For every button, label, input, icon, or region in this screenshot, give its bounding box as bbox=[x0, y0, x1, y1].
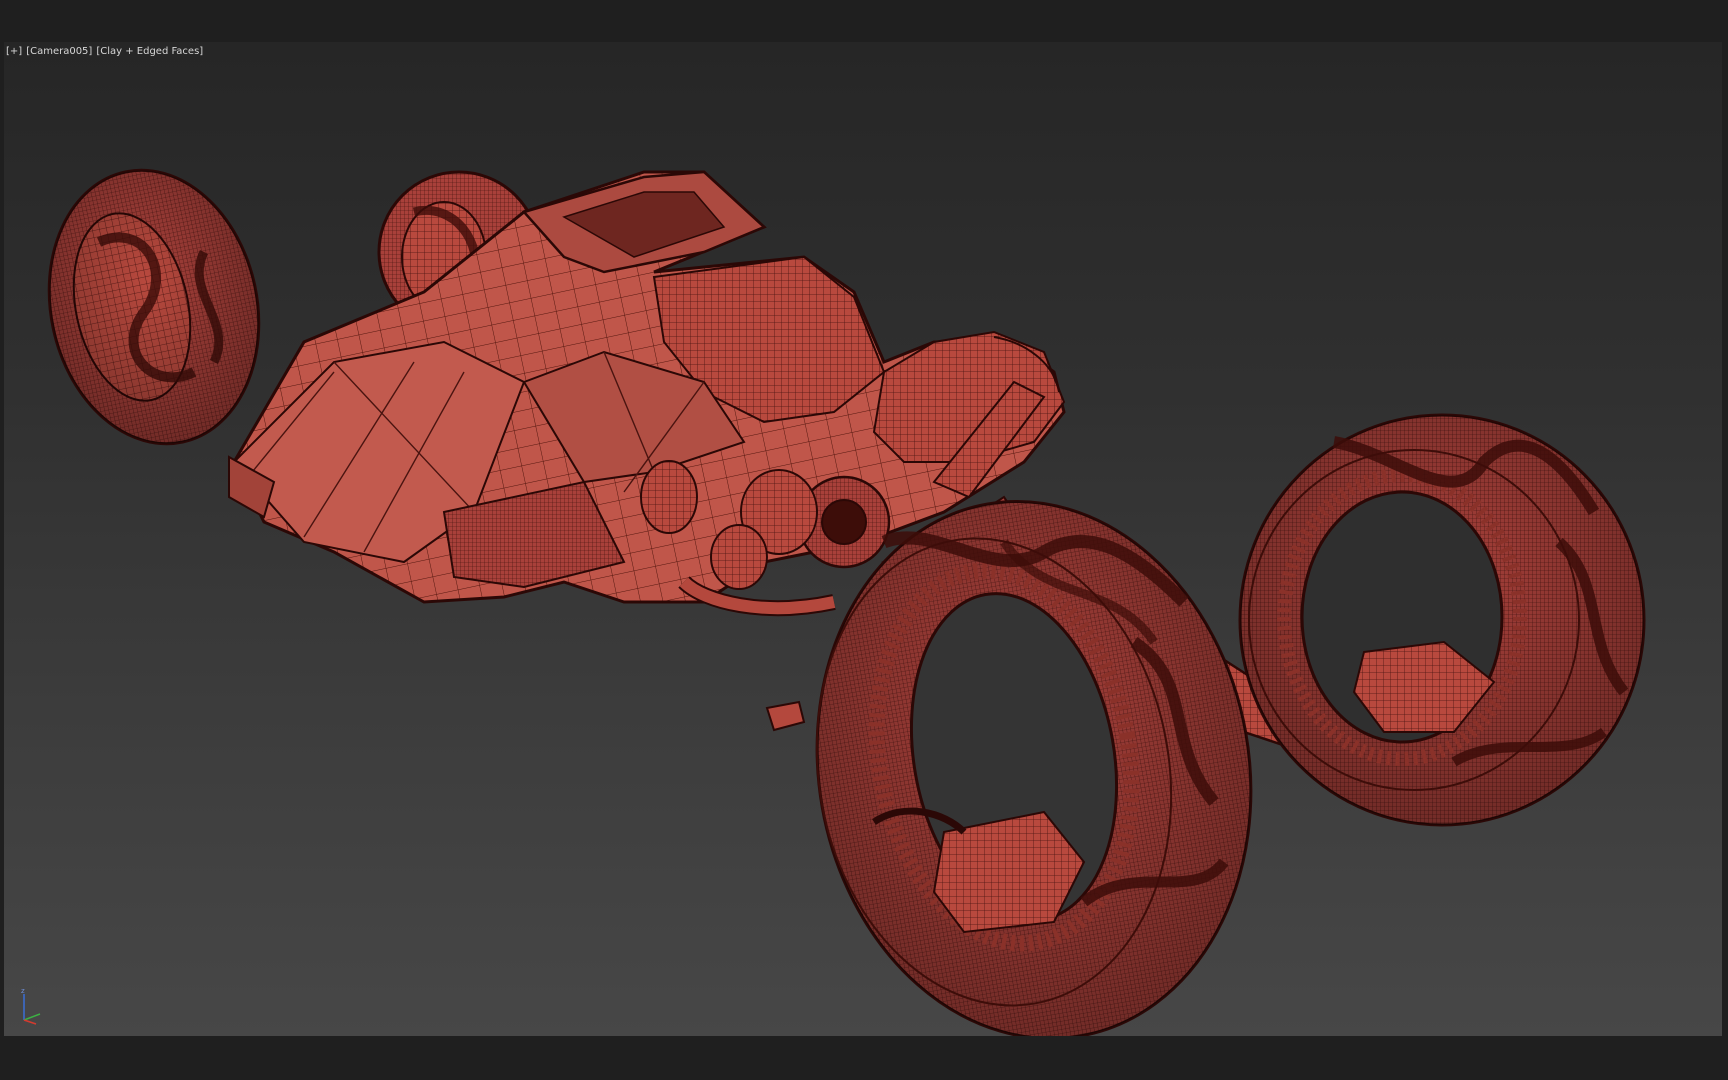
wheel-back-left bbox=[47, 168, 261, 446]
viewport-camera-menu[interactable]: [Camera005] bbox=[26, 46, 92, 57]
viewport-label-menu: [+] [Camera005] [Clay + Edged Faces] bbox=[6, 46, 203, 57]
y-axis-line bbox=[23, 1013, 41, 1021]
axis-gizmo: z bbox=[21, 987, 41, 1025]
z-axis-label: z bbox=[21, 987, 25, 995]
viewport-general-menu[interactable]: [+] bbox=[6, 46, 22, 57]
x-axis-line bbox=[23, 1019, 37, 1025]
viewport-shading-menu[interactable]: [Clay + Edged Faces] bbox=[96, 46, 203, 57]
wheel-front-right bbox=[1238, 413, 1646, 827]
foot-peg bbox=[765, 700, 806, 732]
app-window: [+] [Camera005] [Clay + Edged Faces] z bbox=[0, 0, 1728, 1080]
camera-viewport[interactable]: [+] [Camera005] [Clay + Edged Faces] z bbox=[4, 42, 1722, 1036]
motorcycle-model[interactable] bbox=[4, 42, 1722, 1036]
